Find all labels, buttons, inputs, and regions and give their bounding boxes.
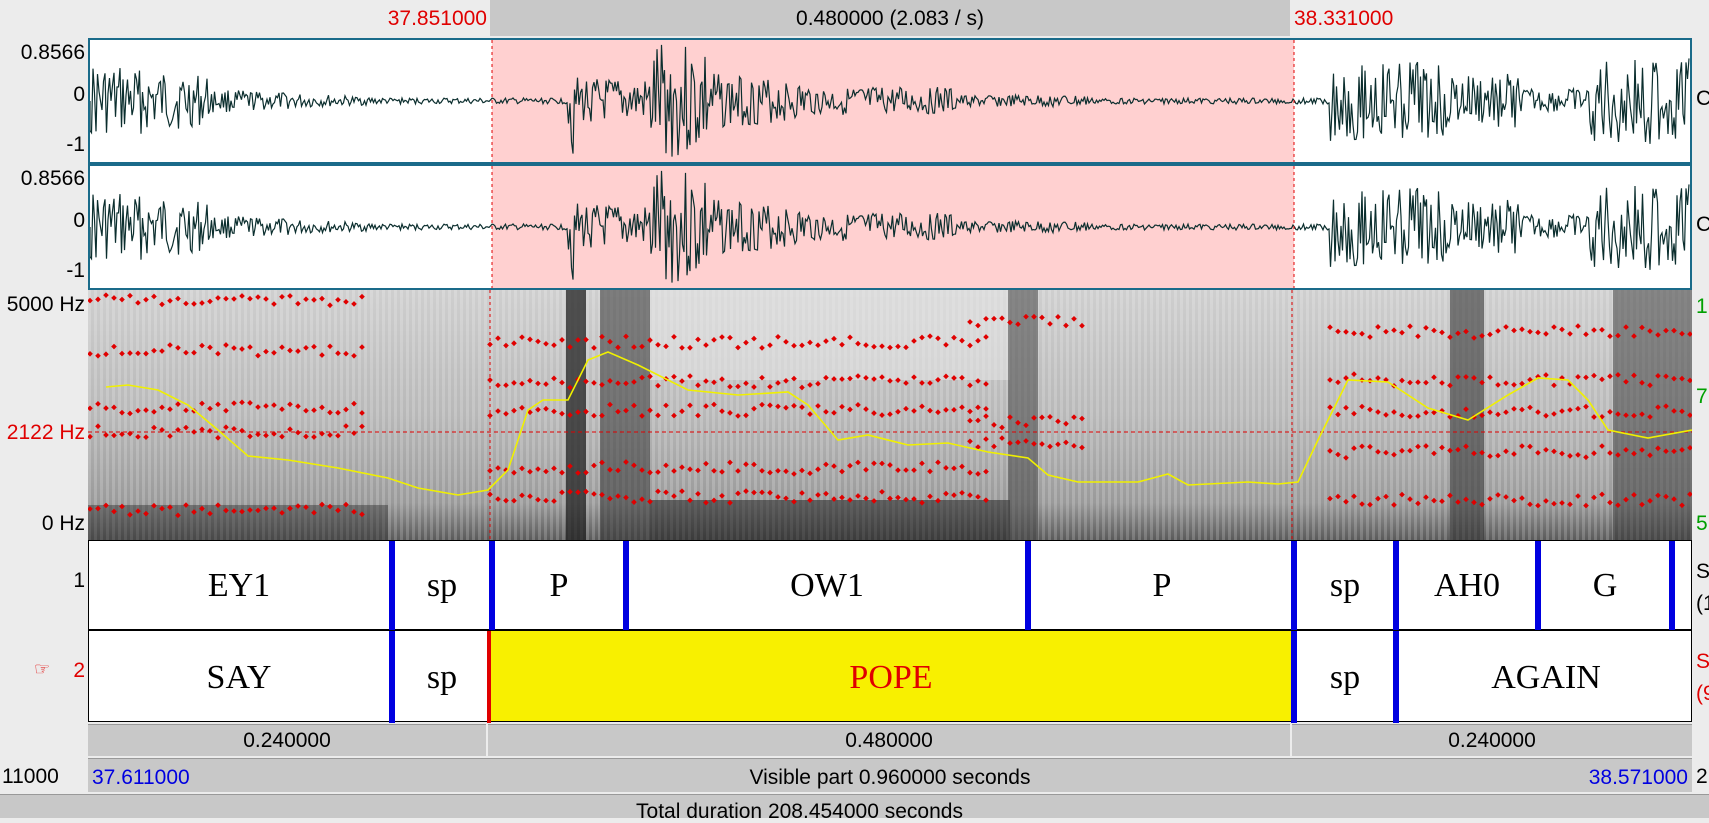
spectrogram-right-label-bottom: 5 — [1696, 512, 1708, 535]
selection-duration-bar[interactable]: 0.480000 (2.083 / s) — [490, 0, 1290, 36]
waveform-channel-1[interactable] — [88, 38, 1692, 164]
interval-label[interactable]: sp — [1297, 569, 1393, 603]
channel1-right-label: C — [1696, 87, 1709, 110]
interval-label[interactable]: AGAIN — [1399, 661, 1693, 695]
interval-label[interactable]: EY1 — [89, 569, 389, 603]
visible-window-bar[interactable]: 37.611000 Visible part 0.960000 seconds … — [88, 758, 1692, 792]
visible-end-time: 38.571000 — [1588, 766, 1688, 789]
interval-label-selected[interactable]: POPE — [491, 661, 1291, 695]
tier2-pointer-icon: ☞ — [34, 659, 51, 679]
spectrogram-right-label-mid: 7 — [1696, 385, 1708, 408]
visible-start-time: 37.611000 — [92, 766, 190, 789]
interval-label[interactable]: G — [1541, 569, 1669, 603]
total-duration-bar[interactable]: Total duration 208.454000 seconds — [0, 794, 1709, 822]
channel1-min-label: -1 — [66, 133, 85, 156]
tier2-right-label: S (9 — [1696, 650, 1709, 705]
duration-bar-selection[interactable]: 0.480000 — [488, 724, 1290, 756]
duration-left: 0.240000 — [243, 729, 331, 752]
window-right-cut: 2 — [1696, 765, 1708, 788]
spectrogram-svg — [88, 290, 1692, 540]
channel2-right-label: C — [1696, 213, 1709, 236]
interval-boundary[interactable] — [1669, 541, 1675, 631]
tier-1[interactable]: EY1 sp P OW1 P sp AH0 G — [88, 540, 1692, 631]
selection-end-time: 38.331000 — [1294, 7, 1394, 30]
selection-duration-label: 0.480000 (2.083 / s) — [796, 7, 984, 30]
duration-right: 0.240000 — [1448, 729, 1536, 752]
interval-label[interactable]: SAY — [89, 661, 389, 695]
waveform-svg-1 — [90, 40, 1690, 162]
channel1-max-label: 0.8566 — [20, 41, 85, 64]
interval-label[interactable]: P — [1031, 569, 1293, 603]
interval-label[interactable]: sp — [395, 661, 489, 695]
interval-label[interactable]: AH0 — [1399, 569, 1535, 603]
spectrogram-top-freq: 5000 Hz — [6, 293, 85, 316]
tier-2[interactable]: SAY sp POPE sp AGAIN — [88, 630, 1693, 723]
tier1-number: 1 — [73, 569, 85, 592]
window-left-cut: 11000 — [2, 765, 59, 788]
selection-start-time: 37.851000 — [387, 7, 487, 30]
waveform-channel-2[interactable] — [88, 164, 1692, 290]
spectrogram[interactable] — [88, 290, 1692, 540]
tier1-right-label: S (1 — [1696, 560, 1709, 615]
interval-label[interactable]: OW1 — [629, 569, 1025, 603]
interval-label[interactable]: P — [495, 569, 623, 603]
interval-label[interactable]: sp — [1297, 661, 1393, 695]
spectrogram-cursor-freq: 2122 Hz — [6, 421, 85, 444]
channel2-max-label: 0.8566 — [20, 167, 85, 190]
waveform-svg-2 — [90, 166, 1690, 288]
tier2-number: 2 — [73, 659, 85, 682]
spectrogram-bottom-freq: 0 Hz — [41, 512, 85, 535]
channel2-zero-label: 0 — [73, 209, 85, 232]
channel2-min-label: -1 — [66, 259, 85, 282]
total-duration-label: Total duration 208.454000 seconds — [636, 800, 963, 823]
duration-bar-right[interactable]: 0.240000 — [1292, 724, 1692, 756]
duration-selection: 0.480000 — [845, 729, 933, 752]
channel1-zero-label: 0 — [73, 83, 85, 106]
duration-bar-left[interactable]: 0.240000 — [88, 724, 486, 756]
visible-part-label: Visible part 0.960000 seconds — [749, 766, 1031, 789]
spectrogram-right-label-top: 1 — [1696, 295, 1708, 318]
interval-label[interactable]: sp — [395, 569, 489, 603]
